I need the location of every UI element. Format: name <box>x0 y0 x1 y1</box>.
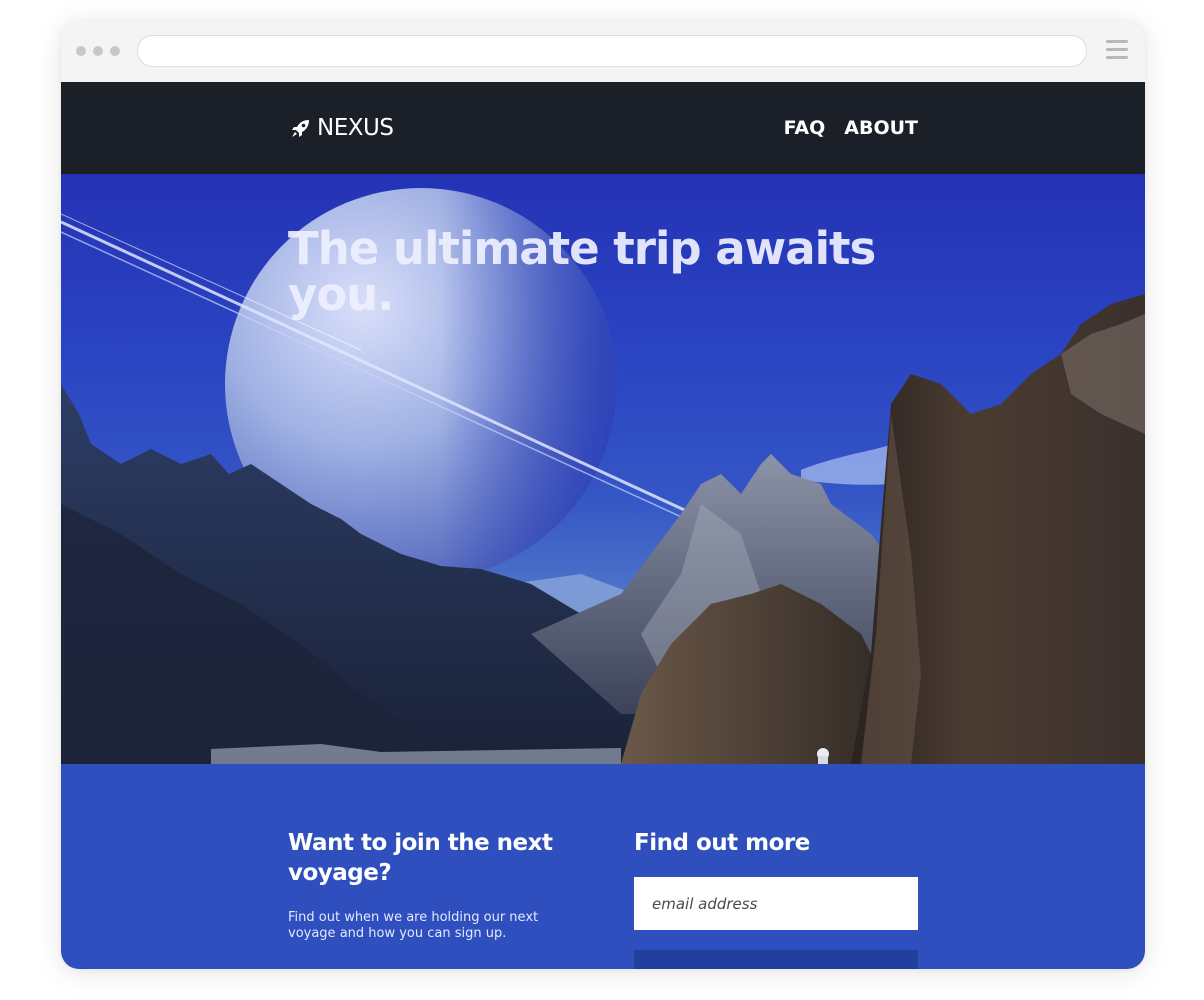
brand-logo[interactable]: NEXUS <box>289 114 394 142</box>
find-out-more-column: Find out more <box>634 828 918 969</box>
email-field[interactable] <box>634 877 918 930</box>
submit-button[interactable] <box>634 950 918 969</box>
join-title: Want to join the next voyage? <box>288 830 553 886</box>
hamburger-menu-icon[interactable] <box>1106 40 1128 60</box>
brand-name: NEXUS <box>317 115 394 141</box>
window-dot-2 <box>93 46 103 56</box>
nav-link-about[interactable]: ABOUT <box>844 116 918 140</box>
hero-section: The ultimate trip awaits you. <box>61 174 1145 764</box>
main-nav: FAQ ABOUT <box>784 116 918 140</box>
hero-title: The ultimate trip awaits you. <box>288 222 876 321</box>
window-dot-1 <box>76 46 86 56</box>
browser-toolbar <box>61 20 1145 82</box>
nav-link-faq[interactable]: FAQ <box>784 116 826 140</box>
find-out-more-title: Find out more <box>634 830 810 856</box>
join-column: Want to join the next voyage? Find out w… <box>288 828 588 942</box>
address-bar[interactable] <box>137 35 1087 67</box>
signup-section: Want to join the next voyage? Find out w… <box>61 764 1145 969</box>
browser-window: NEXUS FAQ ABOUT The ultimate trip awaits… <box>61 20 1145 969</box>
window-dot-3 <box>110 46 120 56</box>
site-header: NEXUS FAQ ABOUT <box>61 82 1145 174</box>
rocket-icon <box>292 120 309 137</box>
join-description: Find out when we are holding our next vo… <box>288 910 539 941</box>
